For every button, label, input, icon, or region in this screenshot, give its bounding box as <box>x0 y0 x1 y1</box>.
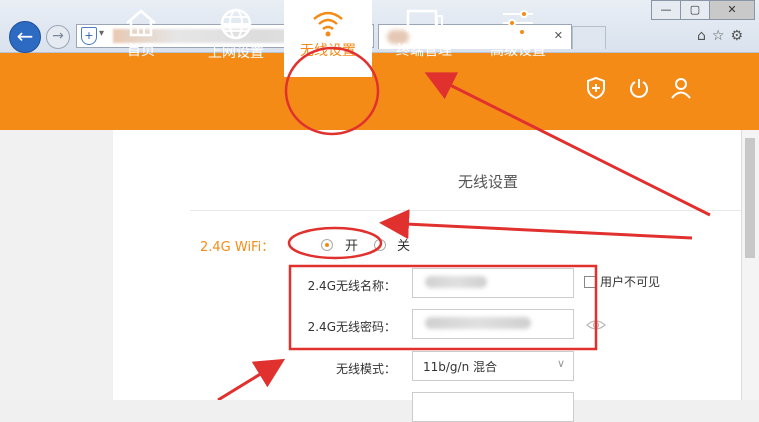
annotation-circle-wifi-on <box>287 226 383 260</box>
annotation-arrow-to-box <box>217 358 286 400</box>
annotation-overlay <box>217 46 711 400</box>
annotation-arrow-to-radio <box>379 209 693 240</box>
annotation-arrow-to-tab <box>424 72 711 217</box>
annotation-box-credentials <box>288 264 598 351</box>
annotation-circle-wireless-tab <box>284 46 380 136</box>
